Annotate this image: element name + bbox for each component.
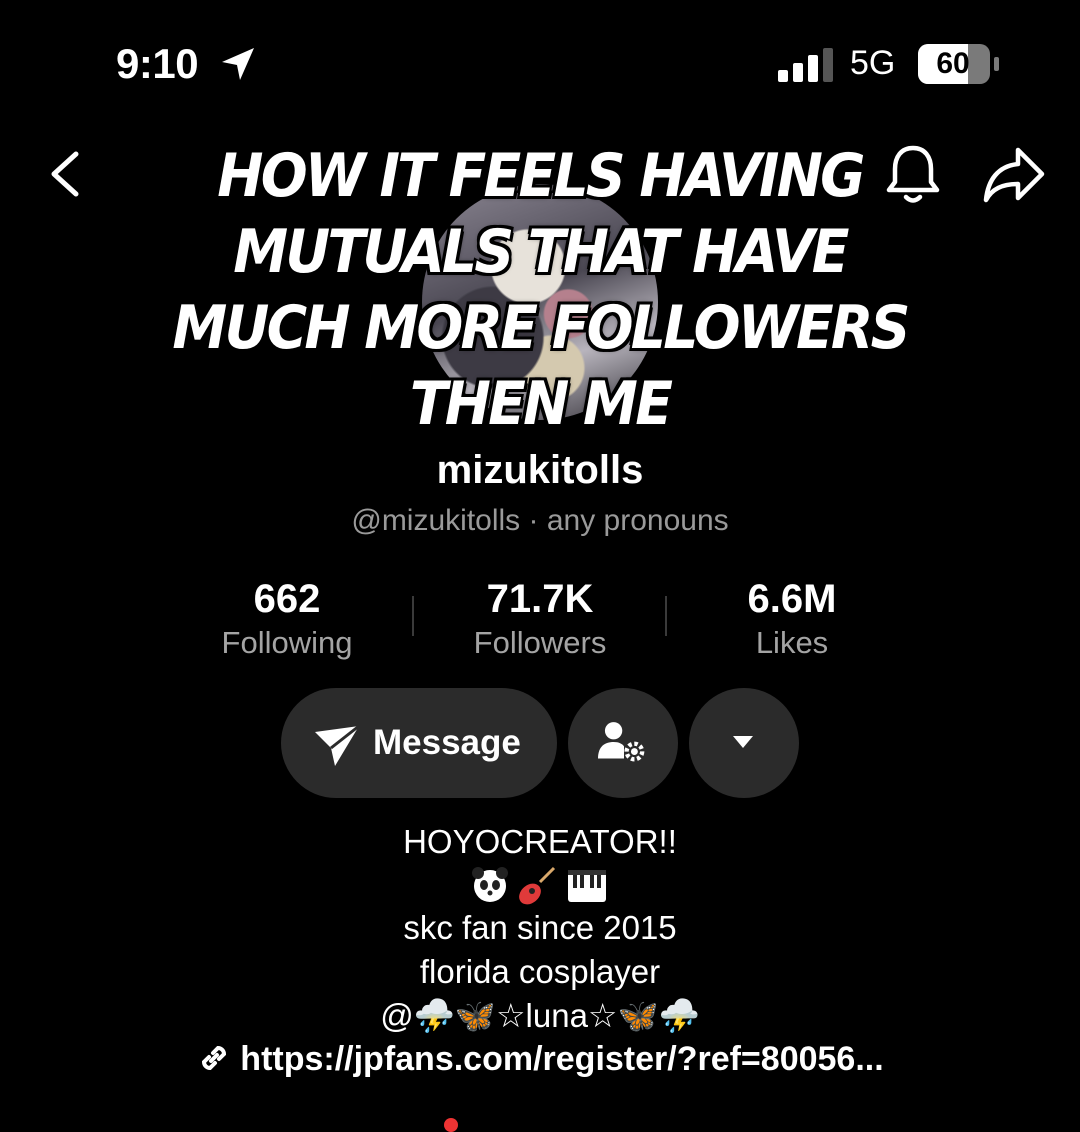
bio-emoji-row [472,866,606,905]
caret-down-icon [733,736,753,748]
stat-likes[interactable]: 6.6M Likes [672,578,912,664]
handle-pronouns: @mizukitolls · any pronouns [351,504,729,537]
panda-icon [472,867,508,902]
bio-line-4: florida cosplayer [419,953,661,990]
share-arrow-icon[interactable] [980,144,1048,206]
battery-level: 60 [936,47,970,80]
bio-line-1: HOYOCREATOR!! [403,823,677,860]
display-name: mizukitolls [436,448,644,492]
stat-followers[interactable]: 71.7K Followers [420,578,660,664]
message-label: Message [373,723,521,762]
stat-label: Followers [473,625,607,660]
location-arrow-icon [222,48,254,80]
user-settings-button[interactable] [568,688,678,798]
meme-caption: HOW IT FEELS HAVING MUTUALS THAT HAVE MU… [172,141,910,439]
stat-label: Likes [755,625,829,660]
piano-keys-icon [568,870,606,902]
paper-plane-icon [315,724,360,766]
stat-divider [412,596,414,636]
link-chain-icon [202,1045,227,1071]
bio-line-3: skc fan since 2015 [403,909,677,946]
battery-indicator: 60 [918,44,1002,84]
bio-link-text: https://jpfans.com/register/?ref=80056..… [240,1040,884,1078]
chevron-left-icon[interactable] [44,150,88,198]
message-button[interactable]: Message [281,688,557,798]
cellular-signal-icon [778,48,833,82]
user-settings-icon [598,722,645,762]
stat-divider [665,596,667,636]
status-time: 9:10 [116,40,199,87]
more-options-button[interactable] [689,688,799,798]
stat-label: Following [221,625,353,660]
partial-icon [444,1118,458,1132]
network-type: 5G [850,44,896,82]
stat-value: 71.7K [486,577,594,621]
guitar-icon [519,866,556,905]
stat-following[interactable]: 662 Following [167,578,407,664]
bio-mention-link[interactable]: @⛈️🦋☆luna☆🦋⛈️ [0,994,1080,1038]
stat-value: 6.6M [747,577,837,621]
bio-link[interactable]: https://jpfans.com/register/?ref=80056..… [0,1040,1080,1079]
stat-value: 662 [253,577,321,621]
